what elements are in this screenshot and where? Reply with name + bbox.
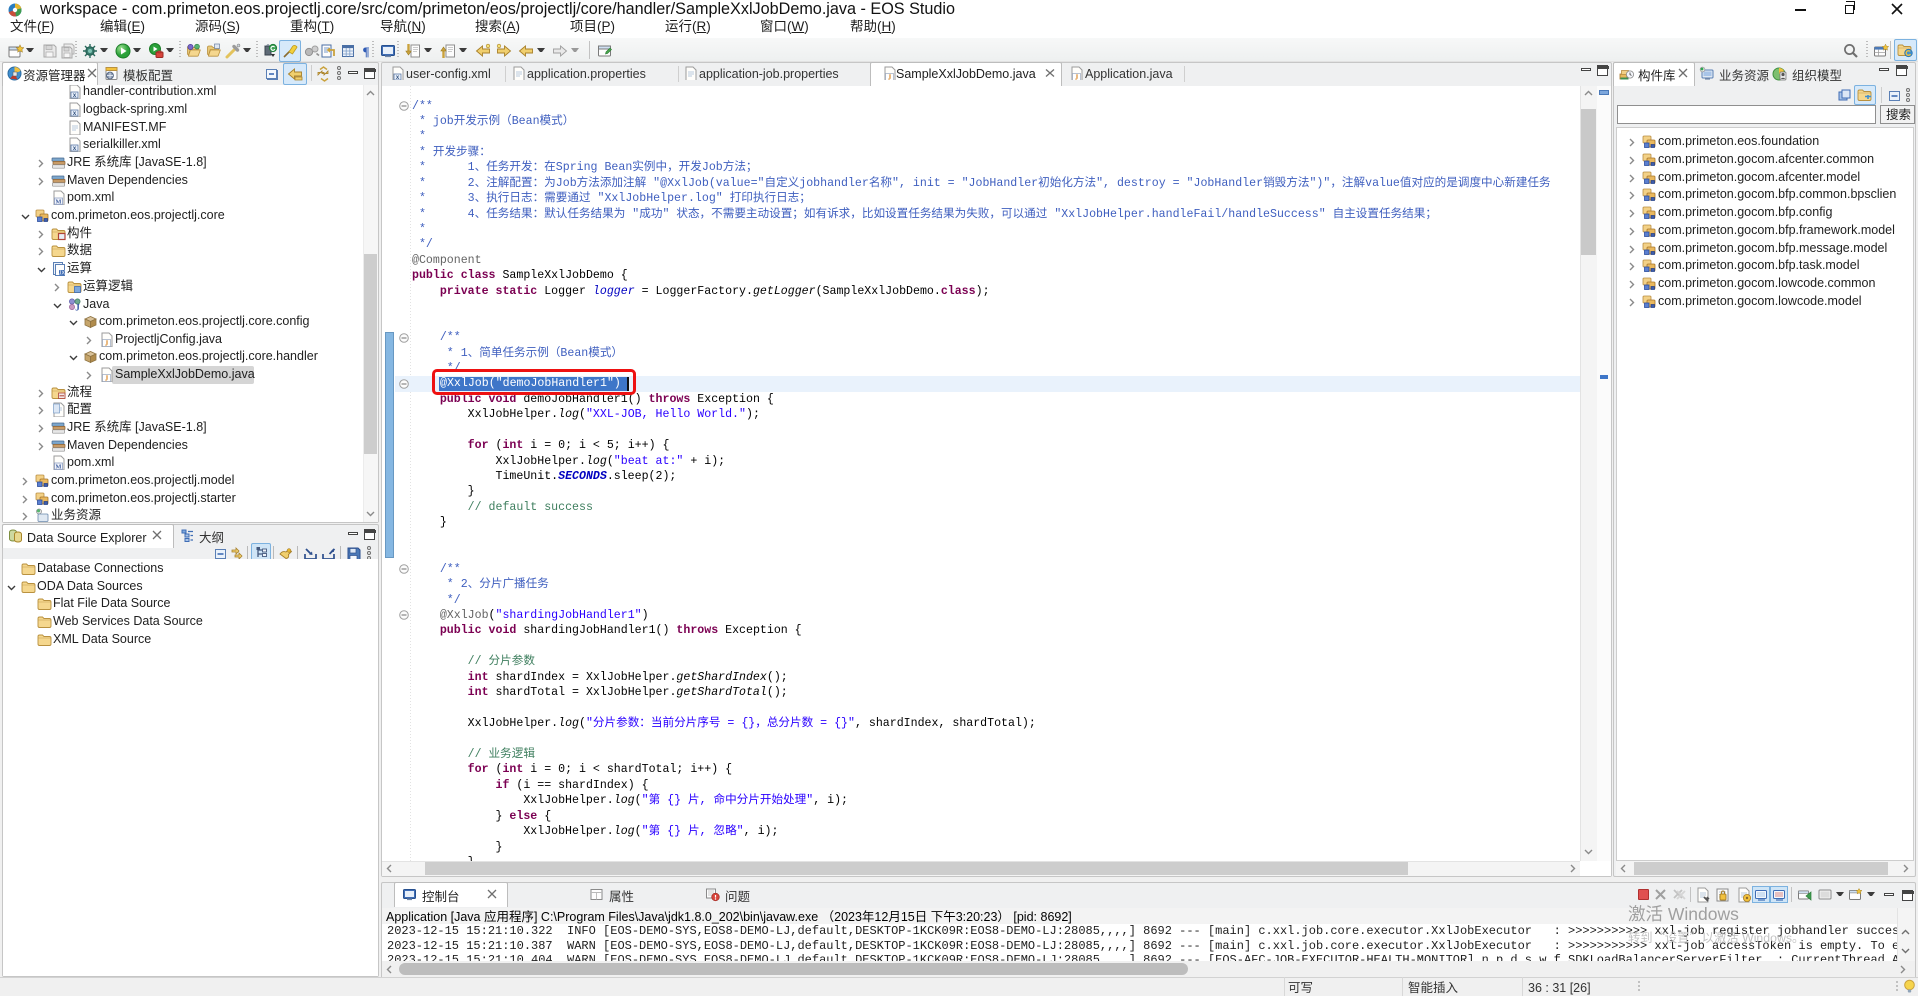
svg-text:¶: ¶ [362, 44, 369, 59]
svg-text:J: J [75, 303, 80, 313]
svg-text:M: M [55, 464, 61, 471]
svg-text:M: M [55, 199, 61, 206]
svg-text:J: J [105, 375, 109, 382]
svg-text:J: J [1075, 74, 1079, 80]
svg-text:JX: JX [59, 271, 66, 276]
svg-text:J: J [105, 340, 109, 347]
svg-text:J: J [888, 74, 892, 80]
